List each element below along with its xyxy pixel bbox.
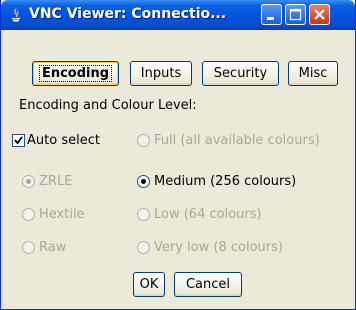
minimize-button[interactable] bbox=[261, 4, 282, 25]
cancel-button[interactable]: Cancel bbox=[174, 272, 242, 297]
radio-full[interactable] bbox=[137, 134, 150, 147]
radio-low[interactable] bbox=[137, 208, 150, 221]
radio-low-label: Low (64 colours) bbox=[154, 207, 262, 222]
radio-hextile-label: Hextile bbox=[39, 207, 85, 222]
dialog-window: VNC Viewer: Connectio... Encoding Inputs… bbox=[0, 0, 356, 310]
java-icon bbox=[8, 7, 24, 23]
radio-zrle[interactable] bbox=[22, 175, 35, 188]
radio-medium-label: Medium (256 colours) bbox=[154, 174, 297, 189]
radio-dot bbox=[26, 179, 31, 184]
maximize-icon bbox=[289, 8, 302, 21]
auto-select-label: Auto select bbox=[27, 133, 100, 148]
window-title: VNC Viewer: Connectio... bbox=[29, 6, 227, 22]
radio-hextile[interactable] bbox=[22, 208, 35, 221]
minimize-icon bbox=[267, 17, 274, 20]
auto-select-checkbox[interactable] bbox=[12, 134, 25, 147]
tab-misc[interactable]: Misc bbox=[288, 61, 338, 86]
radio-full-label: Full (all available colours) bbox=[154, 133, 320, 148]
radio-raw[interactable] bbox=[22, 241, 35, 254]
radio-raw-label: Raw bbox=[39, 240, 67, 255]
tab-encoding[interactable]: Encoding bbox=[32, 61, 119, 86]
radio-medium[interactable] bbox=[137, 175, 150, 188]
ok-button[interactable]: OK bbox=[133, 272, 165, 297]
close-button[interactable] bbox=[309, 4, 330, 25]
maximize-button[interactable] bbox=[285, 4, 306, 25]
radio-dot bbox=[141, 179, 146, 184]
radio-very-low[interactable] bbox=[137, 241, 150, 254]
tab-security[interactable]: Security bbox=[202, 61, 279, 86]
radio-very-low-label: Very low (8 colours) bbox=[154, 240, 283, 255]
close-icon bbox=[314, 9, 325, 20]
section-heading: Encoding and Colour Level: bbox=[19, 98, 197, 113]
title-bar[interactable]: VNC Viewer: Connectio... bbox=[1, 0, 355, 30]
checkmark-icon bbox=[14, 136, 23, 145]
tab-inputs[interactable]: Inputs bbox=[130, 61, 192, 86]
radio-zrle-label: ZRLE bbox=[39, 174, 73, 189]
